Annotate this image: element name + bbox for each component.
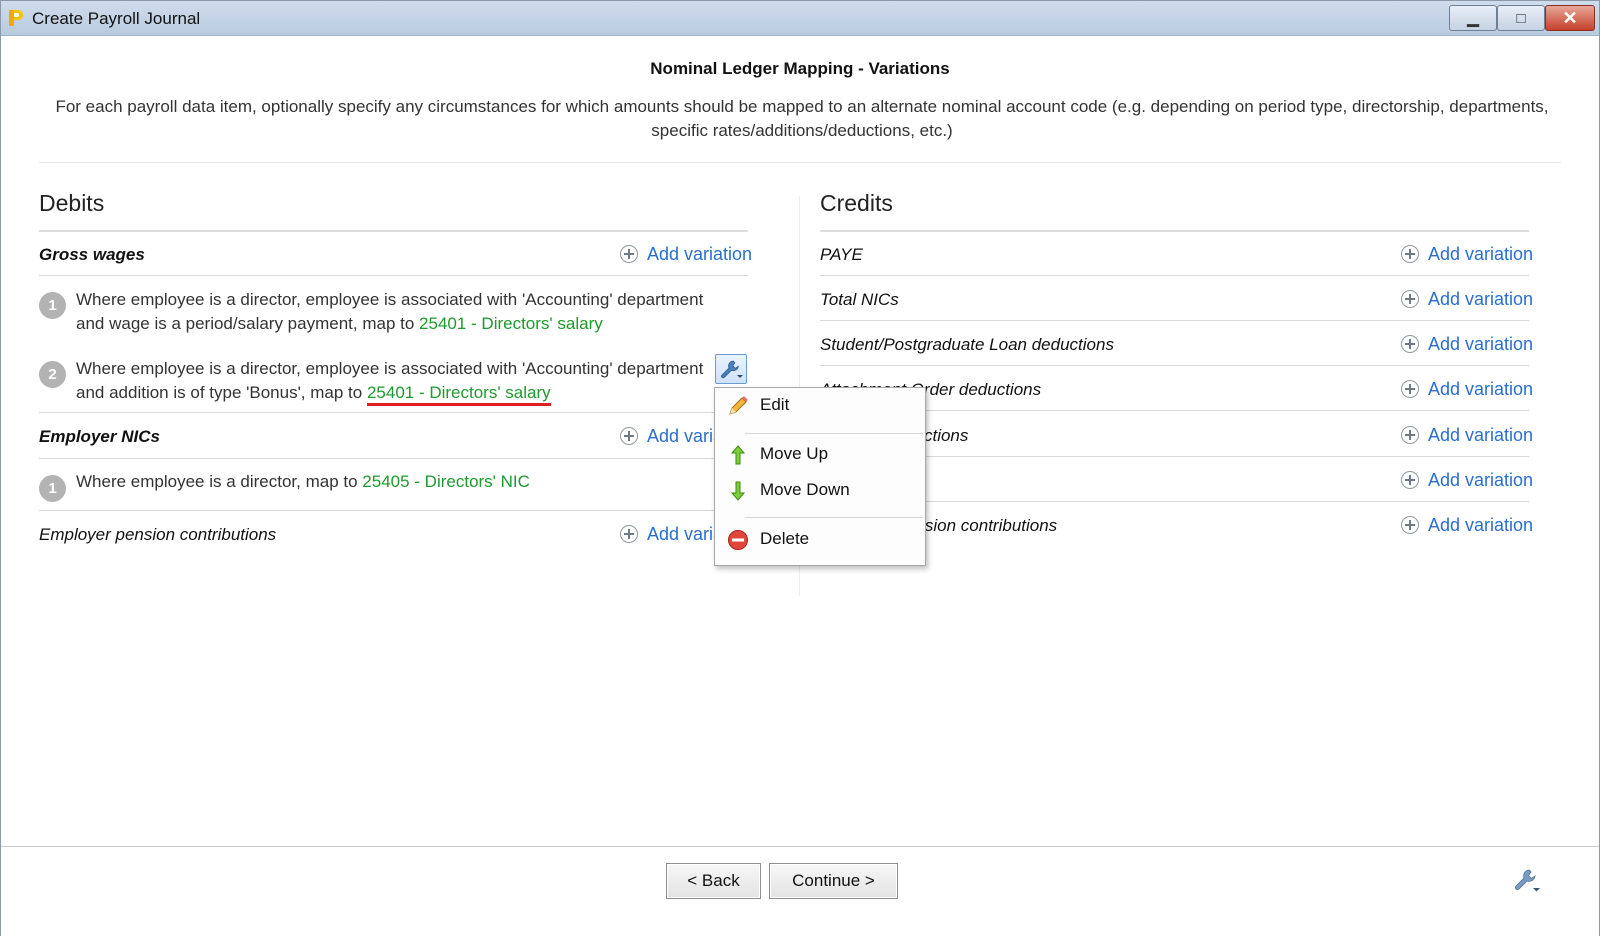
plus-circle-icon bbox=[1401, 335, 1419, 353]
add-variation-hidden-item[interactable]: Add variation bbox=[1401, 468, 1533, 492]
add-variation-gross-wages[interactable]: Add variation bbox=[620, 242, 752, 266]
plus-circle-icon bbox=[1401, 290, 1419, 308]
add-variation-label: Add variation bbox=[1428, 333, 1534, 354]
arrow-up-icon bbox=[730, 445, 746, 465]
add-variation-clip: Add variation bbox=[620, 424, 714, 450]
divider bbox=[39, 162, 1561, 163]
menu-item-delete[interactable]: Delete bbox=[715, 522, 925, 556]
add-variation-employer-pension[interactable]: Add variation bbox=[620, 522, 714, 546]
footer-bar: < Back Continue > bbox=[1, 846, 1599, 936]
add-variation-label: Add variation bbox=[1428, 378, 1534, 399]
plus-circle-icon bbox=[620, 525, 638, 543]
variation-text: Where employee is a director, employee i… bbox=[76, 288, 709, 336]
divider bbox=[39, 275, 748, 276]
page-title: Nominal Ledger Mapping - Variations bbox=[650, 59, 950, 78]
variation-condition: Where employee is a director, employee i… bbox=[76, 290, 704, 333]
add-variation-label: Add variation bbox=[1428, 469, 1534, 490]
plus-circle-icon bbox=[1401, 245, 1419, 263]
menu-item-label: Delete bbox=[760, 529, 810, 548]
credits-title: Credits bbox=[820, 190, 893, 216]
maximize-button[interactable]: □ bbox=[1497, 5, 1545, 31]
debit-item-employer-nics: Employer NICs bbox=[39, 427, 160, 446]
credit-item-student-loan: Student/Postgraduate Loan deductions bbox=[820, 335, 1114, 354]
plus-circle-icon bbox=[1401, 516, 1419, 534]
plus-circle-icon bbox=[1401, 426, 1419, 444]
add-variation-total-nics[interactable]: Add variation bbox=[1401, 287, 1533, 311]
add-variation-pension-deductions[interactable]: Add variation bbox=[1401, 423, 1533, 447]
payroll-journal-window: Create Payroll Journal ▁ □ ✕ Nominal Led… bbox=[0, 0, 1600, 936]
variation-number-badge: 2 bbox=[39, 361, 66, 388]
add-variation-label: Add variation bbox=[1428, 514, 1534, 535]
account-link[interactable]: 25401 - Directors' salary bbox=[366, 383, 551, 406]
menu-separator bbox=[745, 433, 923, 434]
credit-item-paye: PAYE bbox=[820, 245, 863, 264]
divider bbox=[820, 365, 1529, 366]
divider bbox=[925, 410, 1529, 411]
variation-number-badge: 1 bbox=[39, 475, 66, 502]
add-variation-label: Add variation bbox=[1428, 288, 1534, 309]
minimize-button[interactable]: ▁ bbox=[1449, 5, 1497, 31]
credit-item-total-nics: Total NICs bbox=[820, 290, 899, 309]
divider bbox=[39, 230, 748, 232]
menu-separator bbox=[745, 517, 923, 518]
add-variation-attachment-order[interactable]: Add variation bbox=[1401, 377, 1533, 401]
maximize-icon: □ bbox=[1516, 9, 1526, 27]
variation-options-button[interactable] bbox=[715, 354, 747, 384]
divider bbox=[820, 275, 925, 276]
debit-item-gross-wages: Gross wages bbox=[39, 245, 145, 264]
page-description: For each payroll data item, optionally s… bbox=[55, 97, 1549, 140]
menu-item-label: Move Down bbox=[760, 480, 850, 499]
debit-item-employer-pension: Employer pension contributions bbox=[39, 525, 277, 544]
add-variation-label: Add variation bbox=[647, 523, 714, 544]
add-variation-label: Add variation bbox=[1428, 243, 1534, 264]
menu-item-move-up[interactable]: Move Up bbox=[715, 437, 925, 471]
menu-item-label: Move Up bbox=[760, 444, 829, 463]
pencil-icon bbox=[729, 396, 748, 415]
debits-title: Debits bbox=[39, 190, 105, 216]
wrench-dropdown-icon[interactable] bbox=[1513, 867, 1541, 895]
add-variation-paye[interactable]: Add variation bbox=[1401, 242, 1533, 266]
add-variation-employer-nics[interactable]: Add variation bbox=[620, 424, 714, 448]
arrow-down-icon bbox=[730, 481, 746, 501]
divider bbox=[820, 320, 1529, 321]
minimize-icon: ▁ bbox=[1467, 10, 1479, 27]
wrench-dropdown-icon bbox=[721, 360, 743, 379]
divider bbox=[820, 230, 1529, 232]
divider bbox=[39, 510, 715, 511]
menu-item-label: Edit bbox=[760, 395, 790, 414]
title-bar: Create Payroll Journal ▁ □ ✕ bbox=[1, 1, 1599, 36]
back-button[interactable]: < Back bbox=[666, 863, 761, 899]
plus-circle-icon bbox=[1401, 380, 1419, 398]
divider bbox=[39, 412, 715, 413]
plus-circle-icon bbox=[1401, 471, 1419, 489]
account-link[interactable]: 25401 - Directors' salary bbox=[419, 314, 603, 333]
variation-text: Where employee is a director, map to 254… bbox=[76, 470, 709, 494]
close-icon: ✕ bbox=[1562, 7, 1578, 28]
add-variation-clip: Add variation bbox=[620, 522, 714, 548]
plus-circle-icon bbox=[620, 245, 638, 263]
app-logo-icon bbox=[9, 10, 23, 26]
window-title: Create Payroll Journal bbox=[32, 9, 201, 28]
add-variation-credit-pension[interactable]: Add variation bbox=[1401, 513, 1533, 537]
divider bbox=[39, 458, 715, 459]
add-variation-student-loan[interactable]: Add variation bbox=[1401, 332, 1533, 356]
divider bbox=[925, 501, 1529, 502]
continue-button[interactable]: Continue > bbox=[769, 863, 898, 899]
menu-item-move-down[interactable]: Move Down bbox=[715, 473, 925, 507]
menu-item-edit[interactable]: Edit bbox=[715, 388, 925, 422]
add-variation-label: Add variation bbox=[647, 243, 753, 264]
variation-condition: Where employee is a director, map to bbox=[76, 472, 363, 491]
close-button[interactable]: ✕ bbox=[1545, 5, 1595, 31]
variation-text: Where employee is a director, employee i… bbox=[76, 357, 709, 406]
account-link[interactable]: 25405 - Directors' NIC bbox=[362, 472, 530, 491]
divider bbox=[925, 456, 1529, 457]
variation-context-menu: Edit Move Up Move Down Delete bbox=[714, 387, 926, 566]
main-content: Nominal Ledger Mapping - Variations For … bbox=[1, 36, 1599, 865]
add-variation-label: Add variation bbox=[647, 425, 714, 446]
plus-circle-icon bbox=[620, 427, 638, 445]
add-variation-label: Add variation bbox=[1428, 424, 1534, 445]
delete-icon bbox=[728, 530, 748, 550]
divider bbox=[925, 275, 1529, 276]
variation-number-badge: 1 bbox=[39, 292, 66, 319]
